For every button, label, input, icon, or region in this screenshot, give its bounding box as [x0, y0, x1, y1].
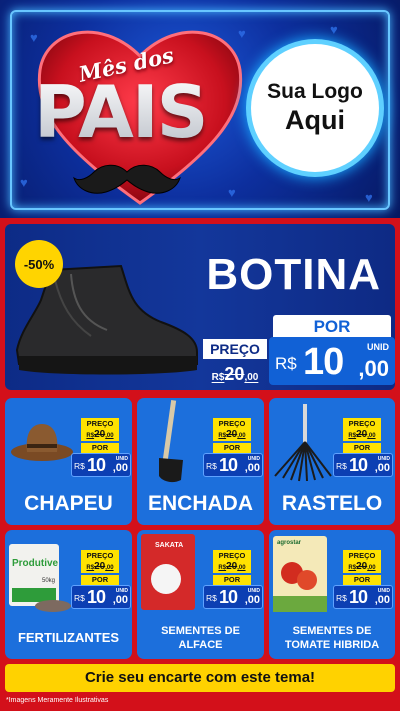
heart-icon: ♥	[20, 175, 28, 190]
mustache-icon	[73, 164, 181, 194]
product-name: ENCHADA	[148, 492, 253, 515]
product-name: FERTILIZANTES	[17, 630, 120, 645]
hoe-image	[159, 400, 183, 483]
heart-icon: ♥	[365, 190, 373, 205]
heart-icon: ♥	[330, 22, 338, 37]
seed-packet-image: SAKATA	[141, 534, 195, 610]
product-name: RASTELO	[281, 492, 383, 515]
product-card-fertilizantes[interactable]: Produtive 50kg PREÇO R$20,00 POR R$ 10 UNI…	[5, 530, 132, 659]
rake-image	[274, 404, 332, 482]
pais-title: PAIS	[34, 70, 209, 154]
hero-old-price: R$20,00	[211, 364, 259, 384]
product-card-chapeu[interactable]: PREÇO R$20,00 POR R$ 10 UNID ,00 CHAPEU	[5, 398, 132, 525]
product-card-sementes-alface[interactable]: SAKATA PREÇO R$20,00 POR R$ 10 UNID ,00 SEM…	[137, 530, 264, 659]
hero-offer-card[interactable]: -50% BOTINA PREÇO R$20,00 POR R$ 10 UNID…	[5, 224, 395, 390]
product-name: CHAPEU	[24, 492, 113, 515]
logo-line2: Aqui	[285, 105, 345, 135]
hero-por-label: POR	[273, 315, 391, 338]
logo-placeholder[interactable]: Sua Logo Aqui	[251, 44, 379, 172]
hero-new-price: R$ 10 UNID ,00	[269, 337, 395, 385]
header-banner: ♥ ♥ ♥ ♥ ♥ ♥ Mês dos PAIS Sua Logo Aqui	[0, 0, 400, 218]
product-card-enchada[interactable]: PREÇO R$20,00 POR R$ 10 UNID ,00 ENCHADA	[137, 398, 264, 525]
hat-image	[11, 424, 73, 461]
discount-badge: -50%	[15, 240, 63, 288]
product-name: SEMENTES DE TOMATE HIBRIDA	[284, 625, 380, 651]
flyer-page: ♥ ♥ ♥ ♥ ♥ ♥ Mês dos PAIS Sua Logo Aqui -…	[0, 0, 400, 711]
logo-line1: Sua Logo	[267, 80, 363, 103]
product-card-rastelo[interactable]: PREÇO R$20,00 POR R$ 10 UNID ,00 RASTELO	[269, 398, 395, 525]
fertilizer-bag-image: Produtive 50kg	[9, 544, 59, 606]
fertilizer-pile	[35, 600, 71, 612]
hero-preco-label: PREÇO	[203, 339, 267, 359]
seed-packet-image: agrostar	[273, 536, 327, 612]
hero-title: BOTINA	[206, 250, 381, 299]
product-card-sementes-tomate[interactable]: agrostar PREÇO R$20,00 POR R$ 10 UNID ,00 S…	[269, 530, 395, 659]
cta-banner[interactable]: Crie seu encarte com este tema!	[5, 664, 395, 692]
offers-section: -50% BOTINA PREÇO R$20,00 POR R$ 10 UNID…	[0, 218, 400, 711]
product-name: SEMENTES DE ALFACE	[161, 625, 240, 651]
disclaimer-text: *Imagens Meramente Ilustrativas	[6, 697, 109, 704]
